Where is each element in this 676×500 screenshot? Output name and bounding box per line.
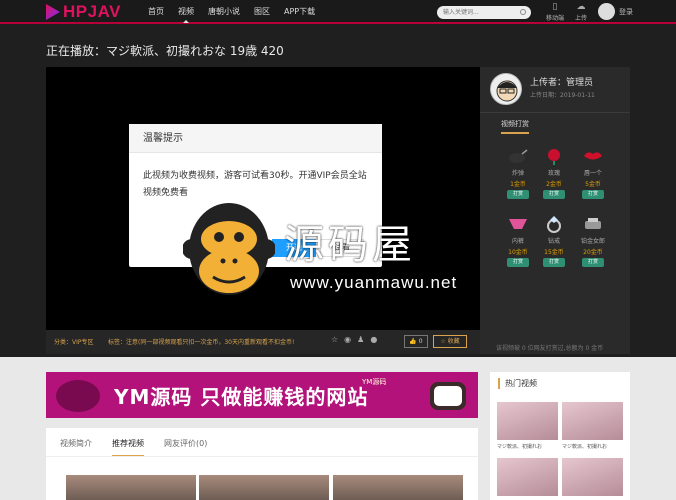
nav-video[interactable]: 视频: [178, 0, 194, 24]
hot-video-thumbnail[interactable]: [497, 402, 558, 440]
star-icon[interactable]: ☆: [331, 335, 338, 344]
upload-cloud-icon: ☁: [576, 2, 586, 12]
favorite-button[interactable]: ☆ 收藏: [433, 335, 467, 348]
tip-summary: 该视频被 0 位网友打赏过,总额为 0 金币: [496, 345, 604, 352]
gift-name: 炸弹: [511, 170, 524, 177]
hot-videos-title: 热门视频: [498, 378, 537, 389]
tab-recommended[interactable]: 推荐视频: [112, 438, 144, 457]
recommended-thumbnail[interactable]: [333, 475, 463, 500]
fist-icon: [56, 380, 100, 412]
recommended-thumbnail[interactable]: [199, 475, 329, 500]
hot-video-thumbnail[interactable]: [562, 458, 623, 496]
gift-name: 钻戒: [547, 238, 560, 245]
nav-home[interactable]: 首页: [148, 0, 164, 24]
divider: [480, 112, 630, 113]
gift-item: 炸弹 1金币 打赏: [500, 147, 536, 199]
tabs-divider: [46, 456, 478, 457]
wechat-icon[interactable]: ●: [370, 335, 377, 344]
tip-button[interactable]: 打赏: [582, 190, 604, 199]
main-nav: 首页 视频 唐朝小说 图区 APP下载: [148, 0, 329, 24]
like-count: 0: [418, 338, 423, 345]
fist-icon: [430, 382, 466, 410]
gift-item: 内裤 10金币 打赏: [500, 215, 536, 267]
gift-item: 钻戒 15金币 打赏: [536, 215, 572, 267]
player-info-bar: 分类：VIP专区 标签：注意(同一部视频观看只扣一次金币，30天内重新观看不扣金…: [46, 330, 480, 354]
hot-video-caption[interactable]: マジ軟派、初撮れお: [562, 443, 623, 450]
weibo-icon[interactable]: ◉: [344, 335, 351, 344]
tab-intro[interactable]: 视频简介: [60, 438, 92, 457]
nav-gallery[interactable]: 图区: [254, 0, 270, 24]
recommended-thumbnail[interactable]: [66, 475, 196, 500]
rose-icon: [548, 149, 560, 165]
gift-price: 10金币: [508, 249, 528, 256]
lips-icon: [584, 152, 602, 160]
video-detail-box: 视频简介 推荐视频 网友评价(0): [46, 428, 478, 500]
watermark-cn: 源码屋: [284, 222, 416, 268]
gift-price: 5金币: [585, 181, 601, 188]
site-logo[interactable]: HPJAV: [46, 2, 121, 22]
monkey-watermark-logo: [183, 203, 275, 295]
gift-price: 1金币: [510, 181, 526, 188]
platinum-girl-icon: [585, 218, 601, 229]
logo-play-icon: [46, 4, 60, 20]
underwear-icon: [509, 219, 527, 229]
nav-novel[interactable]: 唐朝小说: [208, 0, 240, 24]
tip-button[interactable]: 打赏: [507, 190, 529, 199]
tip-button[interactable]: 打赏: [582, 258, 604, 267]
gift-name: 内裤: [511, 238, 524, 245]
tip-button[interactable]: 打赏: [543, 258, 565, 267]
detail-tabs: 视频简介 推荐视频 网友评价(0): [60, 438, 207, 457]
hot-video-thumbnail[interactable]: [497, 458, 558, 496]
gift-price: 20金币: [583, 249, 603, 256]
watermark-url: www.yuanmawu.net: [290, 273, 458, 292]
qq-icon[interactable]: ♟: [357, 335, 364, 344]
gift-item: 铂金女郎 20金币 打赏: [575, 215, 611, 267]
upload-date: 上传日期：2019-01-11: [530, 92, 595, 99]
gift-name: 唇一个: [583, 170, 602, 177]
favorite-label: 收藏: [447, 338, 460, 345]
mobile-label: 移动端: [545, 15, 564, 22]
nav-app-download[interactable]: APP下载: [284, 0, 315, 24]
banner-badge: YM源码: [362, 378, 387, 386]
top-bar: HPJAV 首页 视频 唐朝小说 图区 APP下载 ▯ 移动端 ☁ 上传 登录: [0, 0, 676, 24]
gift-item: 玫瑰 2金币 打赏: [536, 147, 572, 199]
upload-link[interactable]: ☁ 上传: [566, 2, 596, 22]
gift-name: 玫瑰: [547, 170, 560, 177]
tip-section-title: 视频打赏: [501, 119, 529, 134]
uploader-panel: 上传者：管理员 上传日期：2019-01-11 视频打赏 炸弹 1金币 打赏 玫…: [480, 67, 630, 354]
upload-label: 上传: [574, 15, 587, 22]
search-icon[interactable]: [520, 9, 526, 15]
tip-button[interactable]: 打赏: [507, 258, 529, 267]
logo-text: HPJAV: [63, 2, 121, 21]
search-box: [437, 6, 531, 19]
diamond-ring-icon: [547, 216, 561, 233]
like-button[interactable]: 👍 0: [404, 335, 428, 348]
tab-reviews[interactable]: 网友评价(0): [164, 438, 207, 457]
tip-button[interactable]: 打赏: [543, 190, 565, 199]
bomb-icon: [509, 149, 528, 163]
hot-videos-panel: 热门视频 マジ軟派、初撮れお マジ軟派、初撮れお: [490, 372, 630, 500]
gift-price: 2金币: [546, 181, 562, 188]
user-avatar[interactable]: [598, 3, 615, 20]
video-notice: 标签：注意(同一部视频观看只扣一次金币，30天内重新观看不扣金币!: [108, 339, 295, 346]
gift-name: 铂金女郎: [580, 238, 605, 245]
video-category[interactable]: 分类：VIP专区: [54, 337, 94, 346]
gift-item: 唇一个 5金币 打赏: [575, 147, 611, 199]
dialog-body: 此视频为收费视频，游客可试看30秒。开通VIP会员全站视频免费看: [143, 171, 367, 198]
gift-price: 15金币: [544, 249, 564, 256]
ad-banner[interactable]: YM源码 只做能赚钱的网站 YM源码: [46, 372, 478, 418]
banner-slogan: YM源码 只做能赚钱的网站: [114, 385, 369, 409]
uploader-avatar[interactable]: [490, 73, 522, 105]
search-input[interactable]: [443, 6, 519, 19]
dialog-title: 温馨提示: [129, 124, 382, 153]
uploader-name[interactable]: 上传者：管理员: [530, 75, 593, 88]
hot-video-thumbnail[interactable]: [562, 402, 623, 440]
page-title: 正在播放：マジ軟派、初撮れおな 19歳 420: [46, 44, 284, 58]
login-link[interactable]: 登录: [619, 0, 633, 24]
share-icons: ☆ ◉ ♟ ●: [331, 335, 377, 344]
uploader-face-icon: [496, 80, 518, 102]
hot-video-caption[interactable]: マジ軟派、初撮れお: [497, 443, 558, 450]
